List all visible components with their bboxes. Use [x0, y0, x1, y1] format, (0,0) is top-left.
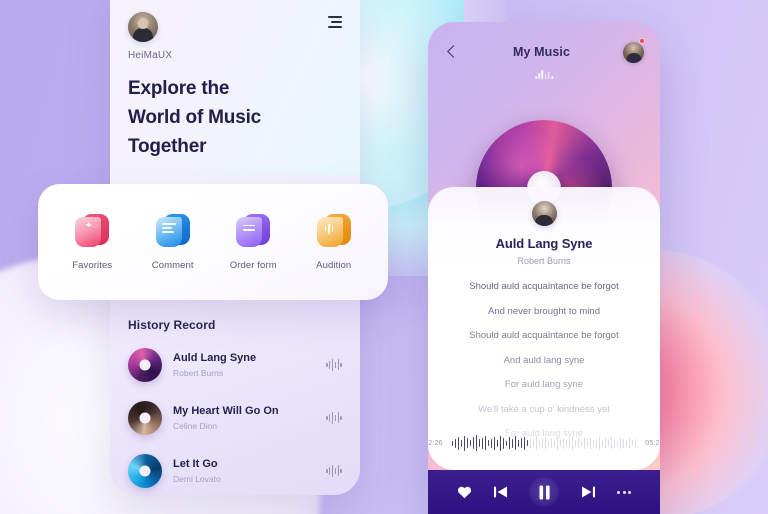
audition-wave-icon [316, 213, 351, 249]
track-title: Let It Go [173, 457, 218, 470]
next-button[interactable] [581, 485, 596, 499]
category-label: Favorites [72, 260, 113, 271]
heart-icon [457, 486, 471, 499]
user-avatar[interactable] [623, 41, 644, 63]
album-disc-blue [128, 453, 162, 488]
lyric-line: We'll take a cup o' kindness yet [478, 403, 610, 415]
order-form-icon [236, 213, 271, 249]
equalizer-icon[interactable] [325, 464, 342, 478]
more-dots-icon [617, 490, 632, 494]
lyric-line: Should auld acquaintance be forgot [469, 330, 619, 341]
lyric-line: And never brought to mind [488, 305, 600, 317]
list-item[interactable]: My Heart Will Go On Celine Dion [110, 391, 360, 444]
lyrics-list: Should auld acquaintance be forgot And n… [428, 282, 660, 439]
skip-back-icon [494, 486, 508, 498]
playback-controls [428, 470, 660, 514]
notification-dot [639, 38, 645, 44]
seek-bar[interactable]: 02:26 05:28 [428, 434, 660, 452]
album-disc-purple [128, 347, 162, 382]
category-label: Order form [229, 260, 277, 271]
artist-avatar [531, 201, 557, 226]
track-title: Auld Lang Syne [173, 351, 257, 364]
category-label: Comment [151, 260, 194, 271]
previous-button[interactable] [493, 485, 508, 499]
right-phone-screen: My Music Auld Lang Syne Robert Burns Sho… [428, 22, 660, 514]
list-item[interactable]: Let It Go Demi Lovato [110, 444, 360, 497]
lyric-line: Should auld acquaintance be forgot [469, 281, 619, 292]
category-comment[interactable]: Comment [133, 213, 213, 271]
album-disc-brown [128, 400, 162, 435]
username-label: HeiMaUX [128, 50, 173, 61]
skip-forward-icon [581, 486, 595, 498]
equalizer-icon [535, 70, 553, 79]
favorite-button[interactable] [457, 485, 472, 499]
play-pause-button[interactable] [529, 477, 560, 507]
comment-lines-icon [155, 213, 190, 249]
profile-row [128, 12, 342, 42]
track-artist: Robert Burns [173, 368, 224, 379]
headline-line-3: Together [128, 135, 207, 157]
lyric-line: And auld lang syne [503, 354, 585, 366]
track-artist: Demi Lovato [173, 474, 221, 485]
lyrics-card: Auld Lang Syne Robert Burns Should auld … [428, 187, 660, 470]
seek-waveform[interactable] [451, 434, 637, 452]
category-label: Audition [316, 260, 352, 271]
now-playing-title: Auld Lang Syne [495, 236, 593, 251]
category-card: Favorites Comment Order form Audition [38, 184, 388, 300]
category-favorites[interactable]: Favorites [52, 213, 132, 271]
player-header: My Music [428, 22, 660, 74]
user-avatar[interactable] [128, 12, 158, 42]
track-artist: Celine Dion [173, 421, 217, 432]
category-audition[interactable]: Audition [294, 213, 374, 271]
page-title: Explore the World of Music Together [128, 75, 342, 162]
favorites-plus-icon [75, 213, 110, 249]
track-title: My Heart Will Go On [173, 404, 279, 417]
total-time: 05:28 [645, 439, 660, 447]
list-item[interactable]: Auld Lang Syne Robert Burns [110, 338, 360, 391]
headline-line-2: World of Music [128, 106, 262, 128]
equalizer-icon[interactable] [325, 358, 342, 372]
back-chevron-icon[interactable] [444, 44, 460, 60]
more-button[interactable] [617, 490, 632, 494]
player-title: My Music [512, 45, 571, 59]
equalizer-icon[interactable] [325, 411, 342, 425]
lyric-line: For auld lang syne [504, 379, 584, 390]
history-list: Auld Lang Syne Robert Burns My Heart Wil… [110, 338, 360, 497]
now-playing-artist: Robert Burns [517, 256, 571, 266]
pause-icon [539, 485, 550, 499]
history-section-title: History Record [128, 318, 216, 332]
hamburger-menu-icon[interactable] [328, 16, 342, 28]
current-time: 02:26 [428, 439, 443, 447]
headline-line-1: Explore the [128, 78, 230, 99]
category-order-form[interactable]: Order form [213, 213, 293, 271]
